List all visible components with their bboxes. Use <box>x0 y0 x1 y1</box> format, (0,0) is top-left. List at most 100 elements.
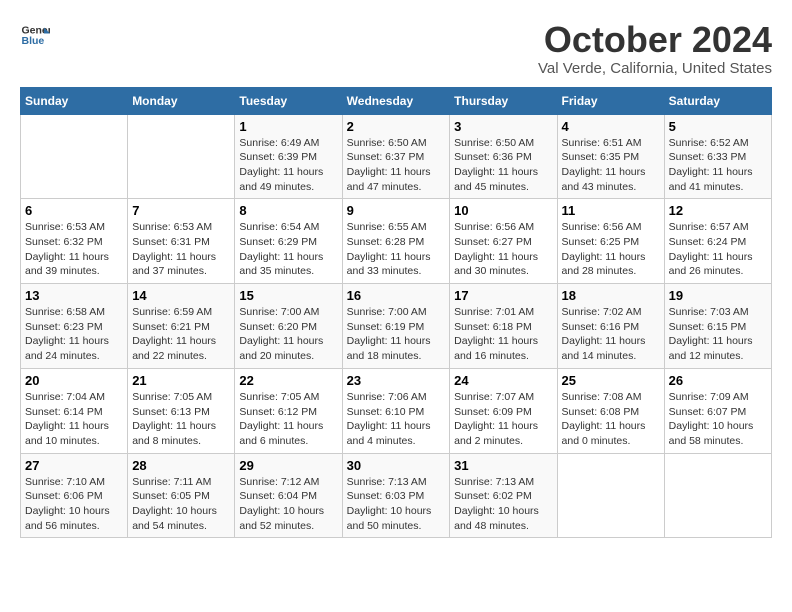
day-number: 18 <box>562 288 660 303</box>
day-info: Sunrise: 7:07 AM Sunset: 6:09 PM Dayligh… <box>454 390 552 449</box>
calendar-cell <box>128 114 235 199</box>
day-number: 26 <box>669 373 767 388</box>
day-number: 15 <box>239 288 337 303</box>
calendar-cell: 3 Sunrise: 6:50 AM Sunset: 6:36 PM Daylig… <box>450 114 557 199</box>
day-info: Sunrise: 6:54 AM Sunset: 6:29 PM Dayligh… <box>239 220 337 279</box>
day-number: 22 <box>239 373 337 388</box>
day-info: Sunrise: 7:10 AM Sunset: 6:06 PM Dayligh… <box>25 475 123 534</box>
calendar-cell: 31Sunrise: 7:13 AM Sunset: 6:02 PM Dayli… <box>450 453 557 538</box>
day-number: 28 <box>132 458 230 473</box>
day-info: Sunrise: 6:53 AM Sunset: 6:32 PM Dayligh… <box>25 220 123 279</box>
day-number: 2 <box>347 119 446 134</box>
day-number: 8 <box>239 203 337 218</box>
calendar-cell: 30Sunrise: 7:13 AM Sunset: 6:03 PM Dayli… <box>342 453 450 538</box>
day-number: 19 <box>669 288 767 303</box>
week-row-4: 20Sunrise: 7:04 AM Sunset: 6:14 PM Dayli… <box>21 368 772 453</box>
day-info: Sunrise: 6:57 AM Sunset: 6:24 PM Dayligh… <box>669 220 767 279</box>
day-number: 14 <box>132 288 230 303</box>
day-number: 16 <box>347 288 446 303</box>
calendar-cell: 7 Sunrise: 6:53 AM Sunset: 6:31 PM Daylig… <box>128 199 235 284</box>
day-info: Sunrise: 6:50 AM Sunset: 6:37 PM Dayligh… <box>347 136 446 195</box>
header-cell-sunday: Sunday <box>21 87 128 114</box>
day-number: 11 <box>562 203 660 218</box>
day-info: Sunrise: 7:06 AM Sunset: 6:10 PM Dayligh… <box>347 390 446 449</box>
day-number: 9 <box>347 203 446 218</box>
day-number: 21 <box>132 373 230 388</box>
logo: General Blue <box>20 20 50 50</box>
day-info: Sunrise: 7:13 AM Sunset: 6:03 PM Dayligh… <box>347 475 446 534</box>
day-info: Sunrise: 7:05 AM Sunset: 6:12 PM Dayligh… <box>239 390 337 449</box>
logo-icon: General Blue <box>20 20 50 50</box>
calendar-cell: 10 Sunrise: 6:56 AM Sunset: 6:27 PM Dayli… <box>450 199 557 284</box>
calendar-table: SundayMondayTuesdayWednesdayThursdayFrid… <box>20 87 772 539</box>
day-number: 1 <box>239 119 337 134</box>
day-number: 7 <box>132 203 230 218</box>
day-number: 17 <box>454 288 552 303</box>
calendar-cell: 14 Sunrise: 6:59 AM Sunset: 6:21 PM Dayli… <box>128 284 235 369</box>
calendar-cell: 16 Sunrise: 7:00 AM Sunset: 6:19 PM Dayli… <box>342 284 450 369</box>
calendar-cell: 5 Sunrise: 6:52 AM Sunset: 6:33 PM Daylig… <box>664 114 771 199</box>
calendar-cell: 22 Sunrise: 7:05 AM Sunset: 6:12 PM Dayli… <box>235 368 342 453</box>
day-number: 24 <box>454 373 552 388</box>
header-cell-wednesday: Wednesday <box>342 87 450 114</box>
calendar-cell <box>21 114 128 199</box>
day-info: Sunrise: 6:51 AM Sunset: 6:35 PM Dayligh… <box>562 136 660 195</box>
day-number: 6 <box>25 203 123 218</box>
calendar-cell: 15 Sunrise: 7:00 AM Sunset: 6:20 PM Dayli… <box>235 284 342 369</box>
day-number: 5 <box>669 119 767 134</box>
header-row: SundayMondayTuesdayWednesdayThursdayFrid… <box>21 87 772 114</box>
header-cell-friday: Friday <box>557 87 664 114</box>
day-number: 27 <box>25 458 123 473</box>
calendar-cell: 13 Sunrise: 6:58 AM Sunset: 6:23 PM Dayli… <box>21 284 128 369</box>
header-cell-saturday: Saturday <box>664 87 771 114</box>
calendar-cell: 11 Sunrise: 6:56 AM Sunset: 6:25 PM Dayli… <box>557 199 664 284</box>
day-info: Sunrise: 7:13 AM Sunset: 6:02 PM Dayligh… <box>454 475 552 534</box>
day-number: 12 <box>669 203 767 218</box>
calendar-cell: 20Sunrise: 7:04 AM Sunset: 6:14 PM Dayli… <box>21 368 128 453</box>
day-info: Sunrise: 7:00 AM Sunset: 6:19 PM Dayligh… <box>347 305 446 364</box>
calendar-cell: 8 Sunrise: 6:54 AM Sunset: 6:29 PM Daylig… <box>235 199 342 284</box>
day-info: Sunrise: 6:50 AM Sunset: 6:36 PM Dayligh… <box>454 136 552 195</box>
calendar-cell: 25 Sunrise: 7:08 AM Sunset: 6:08 PM Dayli… <box>557 368 664 453</box>
calendar-cell: 27 Sunrise: 7:10 AM Sunset: 6:06 PM Dayli… <box>21 453 128 538</box>
day-number: 4 <box>562 119 660 134</box>
svg-text:Blue: Blue <box>22 35 45 47</box>
day-info: Sunrise: 6:49 AM Sunset: 6:39 PM Dayligh… <box>239 136 337 195</box>
header-cell-monday: Monday <box>128 87 235 114</box>
header-cell-tuesday: Tuesday <box>235 87 342 114</box>
day-info: Sunrise: 6:55 AM Sunset: 6:28 PM Dayligh… <box>347 220 446 279</box>
title-area: October 2024 Val Verde, California, Unit… <box>538 20 772 77</box>
day-info: Sunrise: 6:53 AM Sunset: 6:31 PM Dayligh… <box>132 220 230 279</box>
day-number: 25 <box>562 373 660 388</box>
day-number: 23 <box>347 373 446 388</box>
calendar-cell: 19 Sunrise: 7:03 AM Sunset: 6:15 PM Dayli… <box>664 284 771 369</box>
day-info: Sunrise: 7:01 AM Sunset: 6:18 PM Dayligh… <box>454 305 552 364</box>
day-info: Sunrise: 7:11 AM Sunset: 6:05 PM Dayligh… <box>132 475 230 534</box>
day-number: 3 <box>454 119 552 134</box>
day-info: Sunrise: 7:12 AM Sunset: 6:04 PM Dayligh… <box>239 475 337 534</box>
day-info: Sunrise: 6:56 AM Sunset: 6:27 PM Dayligh… <box>454 220 552 279</box>
location-title: Val Verde, California, United States <box>538 60 772 77</box>
day-info: Sunrise: 6:58 AM Sunset: 6:23 PM Dayligh… <box>25 305 123 364</box>
day-info: Sunrise: 7:03 AM Sunset: 6:15 PM Dayligh… <box>669 305 767 364</box>
day-info: Sunrise: 6:59 AM Sunset: 6:21 PM Dayligh… <box>132 305 230 364</box>
calendar-cell <box>557 453 664 538</box>
calendar-cell: 21 Sunrise: 7:05 AM Sunset: 6:13 PM Dayli… <box>128 368 235 453</box>
day-info: Sunrise: 6:56 AM Sunset: 6:25 PM Dayligh… <box>562 220 660 279</box>
day-info: Sunrise: 7:00 AM Sunset: 6:20 PM Dayligh… <box>239 305 337 364</box>
calendar-cell: 29 Sunrise: 7:12 AM Sunset: 6:04 PM Dayli… <box>235 453 342 538</box>
calendar-cell: 26Sunrise: 7:09 AM Sunset: 6:07 PM Dayli… <box>664 368 771 453</box>
day-info: Sunrise: 7:08 AM Sunset: 6:08 PM Dayligh… <box>562 390 660 449</box>
day-number: 13 <box>25 288 123 303</box>
calendar-cell: 2 Sunrise: 6:50 AM Sunset: 6:37 PM Daylig… <box>342 114 450 199</box>
header-cell-thursday: Thursday <box>450 87 557 114</box>
calendar-cell: 4 Sunrise: 6:51 AM Sunset: 6:35 PM Daylig… <box>557 114 664 199</box>
day-number: 29 <box>239 458 337 473</box>
day-info: Sunrise: 7:05 AM Sunset: 6:13 PM Dayligh… <box>132 390 230 449</box>
calendar-cell: 18Sunrise: 7:02 AM Sunset: 6:16 PM Dayli… <box>557 284 664 369</box>
calendar-cell <box>664 453 771 538</box>
day-number: 10 <box>454 203 552 218</box>
day-info: Sunrise: 6:52 AM Sunset: 6:33 PM Dayligh… <box>669 136 767 195</box>
calendar-cell: 9 Sunrise: 6:55 AM Sunset: 6:28 PM Daylig… <box>342 199 450 284</box>
header: General Blue October 2024 Val Verde, Cal… <box>20 20 772 77</box>
